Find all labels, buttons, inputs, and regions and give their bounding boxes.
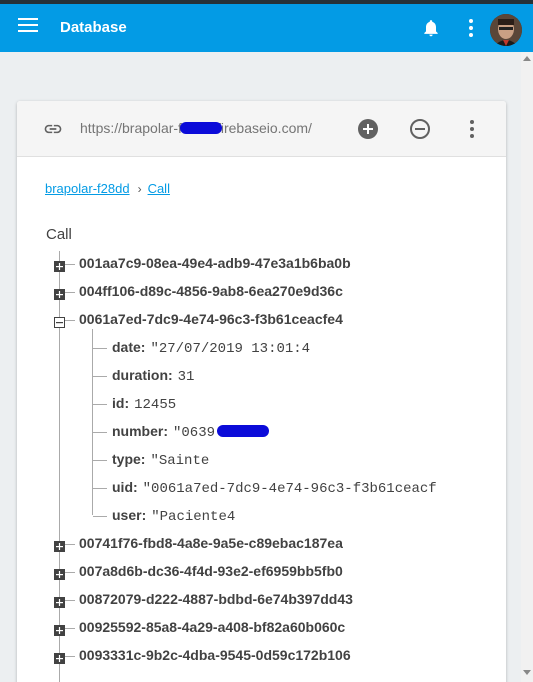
scroll-down-arrow-icon[interactable] <box>523 670 531 675</box>
tree-connector <box>93 460 107 461</box>
add-circle-icon[interactable] <box>357 118 379 140</box>
tree-connector <box>65 572 75 573</box>
field-value[interactable]: "Paciente4 <box>151 509 235 525</box>
bell-icon[interactable] <box>421 18 441 38</box>
field-row[interactable]: user: "Paciente4 <box>112 507 442 525</box>
field-key: number: <box>112 423 168 439</box>
scroll-up-arrow-icon[interactable] <box>523 56 531 61</box>
tree-connector <box>65 264 75 265</box>
tree-connector <box>93 488 107 489</box>
field-key: uid: <box>112 479 138 495</box>
remove-circle-icon[interactable] <box>409 118 431 140</box>
menu-icon[interactable] <box>18 18 38 38</box>
field-row[interactable]: number: "0639 781 <box>112 423 442 441</box>
field-key: duration: <box>112 367 173 383</box>
redaction-mark <box>180 122 222 134</box>
tree-connector <box>93 432 107 433</box>
tree-node-key[interactable]: 00872079-d222-4887-bdbd-6e74b397dd43 <box>79 591 353 607</box>
expand-icon[interactable] <box>54 623 65 636</box>
expand-icon[interactable] <box>54 567 65 580</box>
avatar[interactable] <box>490 14 522 46</box>
tree-connector <box>65 628 75 629</box>
field-row[interactable]: date: "27/07/2019 13:01:4 <box>112 339 442 357</box>
url-bar: https://brapolar-f28dd.firebaseio.com/ <box>17 101 506 157</box>
app-bar: Database <box>0 4 533 52</box>
breadcrumb-root[interactable]: brapolar-f28dd <box>45 181 130 196</box>
tree-connector <box>93 516 107 517</box>
field-value[interactable]: "0061a7ed-7dc9-4e74-96c3-f3b61ceacf <box>143 481 437 497</box>
expand-icon[interactable] <box>54 539 65 552</box>
expand-icon[interactable] <box>54 287 65 300</box>
tree-node-key[interactable]: 001aa7c9-08ea-49e4-adb9-47e3a1b6ba0b <box>79 255 351 271</box>
tree-node-key[interactable]: 004ff106-d89c-4856-9ab8-6ea270e9d36c <box>79 283 343 299</box>
database-card: https://brapolar-f28dd.firebaseio.com/ b… <box>17 101 506 682</box>
field-key: id: <box>112 395 130 411</box>
more-vert-icon[interactable] <box>465 118 479 140</box>
collapse-icon[interactable] <box>54 315 65 328</box>
tree-connector <box>65 600 75 601</box>
field-value[interactable]: "Sainte <box>150 453 209 469</box>
tree-node-key[interactable]: 007a8d6b-dc36-4f4d-93e2-ef6959bb5fb0 <box>79 563 343 579</box>
field-value[interactable]: 12455 <box>134 397 176 413</box>
field-key: date: <box>112 339 146 355</box>
field-key: user: <box>112 507 147 523</box>
app-title: Database <box>60 19 127 36</box>
tree-node-key[interactable]: 0061a7ed-7dc9-4e74-96c3-f3b61ceacfe4 <box>79 311 343 327</box>
field-row[interactable]: type: "Sainte <box>112 451 442 469</box>
field-row[interactable]: id: 12455 <box>112 395 442 413</box>
link-icon[interactable] <box>41 119 65 139</box>
field-value[interactable]: "27/07/2019 13:01:4 <box>150 341 310 357</box>
field-key: type: <box>112 451 146 467</box>
tree-connector <box>65 656 75 657</box>
tree-connector <box>93 376 107 377</box>
tree-node-key[interactable]: 00925592-85a8-4a29-a408-bf82a60b060c <box>79 619 345 635</box>
field-value[interactable]: 31 <box>178 369 195 385</box>
field-row[interactable]: duration: 31 <box>112 367 442 385</box>
tree-connector <box>65 292 75 293</box>
root-node-label: Call <box>46 226 72 243</box>
tree-node-key[interactable]: 0093331c-9b2c-4dba-9545-0d59c172b106 <box>79 647 351 663</box>
more-vert-icon[interactable] <box>464 17 478 39</box>
expand-icon[interactable] <box>54 651 65 664</box>
redaction-mark <box>217 425 269 437</box>
expand-icon[interactable] <box>54 595 65 608</box>
tree-connector <box>65 320 75 321</box>
breadcrumb-call[interactable]: Call <box>148 181 170 196</box>
breadcrumb: brapolar-f28dd › Call <box>45 181 170 196</box>
tree-connector <box>93 348 107 349</box>
expand-icon[interactable] <box>54 259 65 272</box>
chevron-right-icon: › <box>137 182 142 196</box>
tree-connector <box>65 544 75 545</box>
tree-connector <box>93 404 107 405</box>
tree-node-key[interactable]: 00741f76-fbd8-4a8e-9a5e-c89ebac187ea <box>79 535 343 551</box>
scrollbar[interactable] <box>521 52 533 682</box>
field-row[interactable]: uid: "0061a7ed-7dc9-4e74-96c3-f3b61ceacf <box>112 479 442 497</box>
